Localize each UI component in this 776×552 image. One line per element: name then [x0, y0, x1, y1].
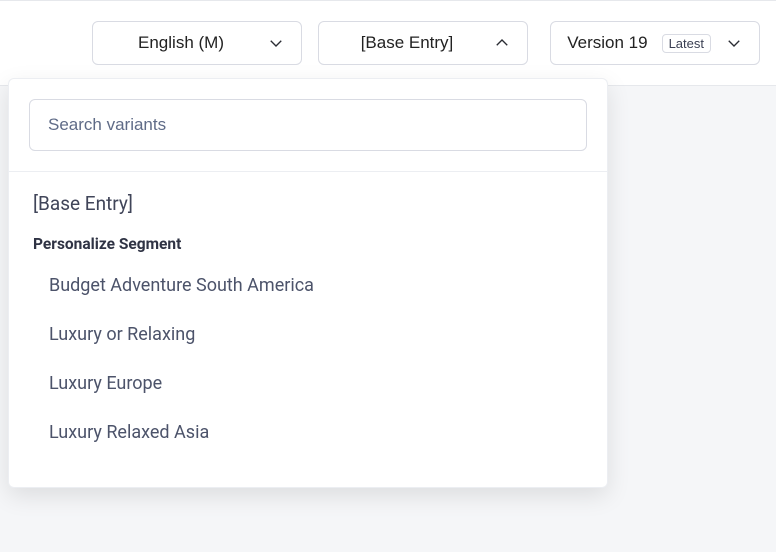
variant-option[interactable]: Budget Adventure South America — [9, 261, 607, 310]
chevron-down-icon — [725, 34, 743, 52]
search-input[interactable] — [29, 99, 587, 151]
chevron-up-icon — [493, 34, 511, 52]
search-wrap — [9, 79, 607, 151]
variant-option-base-entry[interactable]: [Base Entry] — [9, 182, 607, 233]
language-select[interactable]: English (M) — [92, 21, 302, 65]
version-select-label: Version 19 — [567, 33, 647, 53]
version-badge: Latest — [662, 34, 711, 53]
variant-option[interactable]: Luxury Europe — [9, 359, 607, 408]
variant-option[interactable]: Luxury or Relaxing — [9, 310, 607, 359]
variant-option[interactable]: Luxury Relaxed Asia — [9, 408, 607, 457]
version-select[interactable]: Version 19 Latest — [550, 21, 760, 65]
version-wrap: Version 19 Latest — [550, 21, 760, 65]
variant-select-label: [Base Entry] — [335, 33, 479, 53]
language-select-label: English (M) — [109, 33, 253, 53]
divider — [9, 171, 607, 172]
toolbar: English (M) [Base Entry] Version 19 Late… — [0, 0, 776, 86]
variant-group-header: Personalize Segment — [9, 233, 607, 261]
chevron-down-icon — [267, 34, 285, 52]
variant-dropdown-panel: [Base Entry] Personalize Segment Budget … — [8, 78, 608, 488]
variant-select[interactable]: [Base Entry] — [318, 21, 528, 65]
